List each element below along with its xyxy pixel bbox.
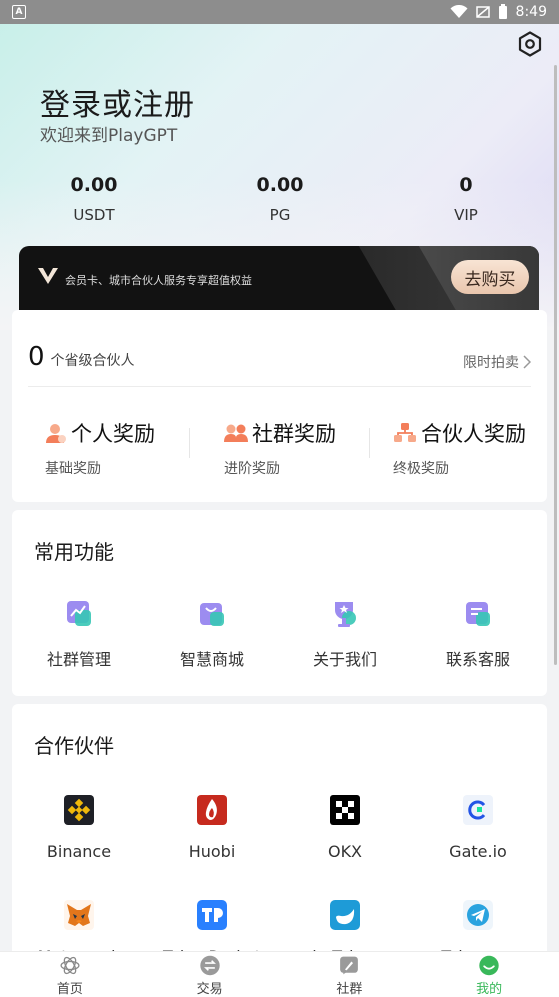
nav-profile[interactable]: 我的	[419, 952, 559, 997]
stat-value: 0.00	[70, 174, 118, 196]
vip-banner[interactable]: 会员卡、城市合伙人服务专享超值权益 去购买	[19, 246, 539, 316]
nav-label: 首页	[56, 982, 83, 997]
stat-value: 0.00	[256, 174, 304, 196]
function-label: 关于我们	[312, 650, 377, 669]
vip-logo-icon	[38, 268, 58, 284]
reward-subtitle: 基础奖励	[45, 461, 101, 477]
divider	[369, 428, 370, 458]
function-smart-mall[interactable]: 智慧商城	[152, 598, 272, 670]
reward-personal[interactable]: 个人奖励 基础奖励	[45, 418, 155, 478]
partner-binance[interactable]: Binance	[19, 794, 139, 861]
status-bar: A 8:49	[0, 0, 559, 24]
function-label: 联系客服	[445, 650, 510, 669]
home-icon	[60, 956, 80, 975]
stat-label: PG	[269, 206, 291, 224]
stat-value: 0	[459, 174, 473, 196]
reward-partner[interactable]: 合伙人奖励 终极奖励	[393, 418, 526, 478]
telegram-icon	[463, 900, 493, 930]
function-label: 社群管理	[46, 650, 111, 669]
buy-button[interactable]: 去购买	[451, 260, 529, 294]
partner-label: Huobi	[188, 842, 236, 861]
contact-icon	[466, 602, 490, 626]
stat-label: USDT	[73, 206, 115, 224]
function-contact-service[interactable]: 联系客服	[418, 598, 538, 670]
profile-icon	[479, 955, 499, 976]
vip-banner-text: 会员卡、城市合伙人服务专享超值权益	[65, 274, 252, 287]
shopping-bag-icon	[200, 603, 224, 626]
function-community-management[interactable]: 社群管理	[19, 598, 139, 670]
community-reward-icon	[224, 424, 248, 442]
nav-label: 交易	[196, 982, 223, 997]
app-badge: A	[12, 5, 26, 19]
metamask-icon	[64, 900, 94, 930]
trophy-icon	[335, 602, 356, 627]
imtoken-icon	[330, 900, 360, 930]
partner-label: OKX	[327, 842, 363, 861]
login-register-title[interactable]: 登录或注册	[40, 80, 195, 124]
stat-usdt[interactable]: 0.00 USDT	[24, 174, 164, 224]
partners-card: 0 个省级合伙人 限时拍卖 个人奖励 基础奖励 社群奖励 进阶奖励 合伙人奖励 …	[12, 310, 547, 502]
binance-icon	[64, 795, 94, 825]
huobi-icon	[197, 795, 227, 825]
stat-vip[interactable]: 0 VIP	[396, 174, 536, 224]
stat-label: VIP	[454, 206, 478, 224]
section-title: 常用功能	[34, 540, 114, 564]
partner-count-label: 个省级合伙人	[50, 353, 135, 369]
cooperation-partners-card: 合作伙伴 Binance Huobi OKX Gate.io Metamask	[12, 704, 547, 966]
community-icon	[340, 956, 359, 975]
reward-subtitle: 终极奖励	[393, 461, 449, 477]
partner-label: Gate.io	[449, 842, 507, 861]
nav-trade[interactable]: 交易	[140, 952, 280, 997]
gateio-icon	[463, 795, 493, 825]
okx-icon	[330, 795, 360, 825]
partner-count-number: 0	[28, 342, 45, 372]
status-time: 8:49	[515, 4, 547, 20]
partner-huobi[interactable]: Huobi	[152, 794, 272, 861]
flash-sale-link[interactable]: 限时拍卖	[463, 352, 531, 372]
reward-title: 个人奖励	[71, 422, 155, 446]
reward-subtitle: 进阶奖励	[224, 461, 280, 477]
bottom-nav: 首页 交易 社群 我的	[0, 951, 559, 997]
reward-title: 合伙人奖励	[421, 422, 526, 446]
stat-pg[interactable]: 0.00 PG	[210, 174, 350, 224]
nav-label: 我的	[476, 982, 503, 997]
common-functions-card: 常用功能 社群管理 智慧商城 关于我们 联系客服	[12, 510, 547, 696]
reward-title: 社群奖励	[252, 422, 336, 446]
tokenpocket-icon	[197, 900, 227, 930]
divider	[189, 428, 190, 458]
nav-home[interactable]: 首页	[0, 952, 140, 997]
section-title: 合作伙伴	[34, 734, 114, 758]
wifi-icon	[450, 5, 468, 18]
nav-label: 社群	[336, 982, 363, 997]
battery-icon	[498, 4, 507, 19]
partner-count: 0 个省级合伙人	[28, 342, 135, 372]
partner-gateio[interactable]: Gate.io	[418, 794, 538, 861]
reward-community[interactable]: 社群奖励 进阶奖励	[224, 418, 336, 478]
divider	[28, 386, 531, 387]
chart-icon	[67, 601, 91, 626]
settings-icon[interactable]	[517, 31, 543, 57]
signal-off-icon	[475, 6, 490, 18]
chevron-right-icon	[523, 355, 531, 369]
nav-community[interactable]: 社群	[280, 952, 420, 997]
partner-okx[interactable]: OKX	[285, 794, 405, 861]
exchange-icon	[199, 955, 220, 976]
flash-sale-label: 限时拍卖	[463, 355, 519, 371]
partner-reward-icon	[394, 423, 416, 442]
function-label: 智慧商城	[179, 650, 244, 669]
person-reward-icon	[46, 424, 66, 443]
partner-label: Binance	[46, 842, 112, 861]
scrollbar[interactable]	[554, 65, 557, 665]
function-about-us[interactable]: 关于我们	[285, 598, 405, 670]
welcome-text: 欢迎来到PlayGPT	[40, 126, 178, 146]
